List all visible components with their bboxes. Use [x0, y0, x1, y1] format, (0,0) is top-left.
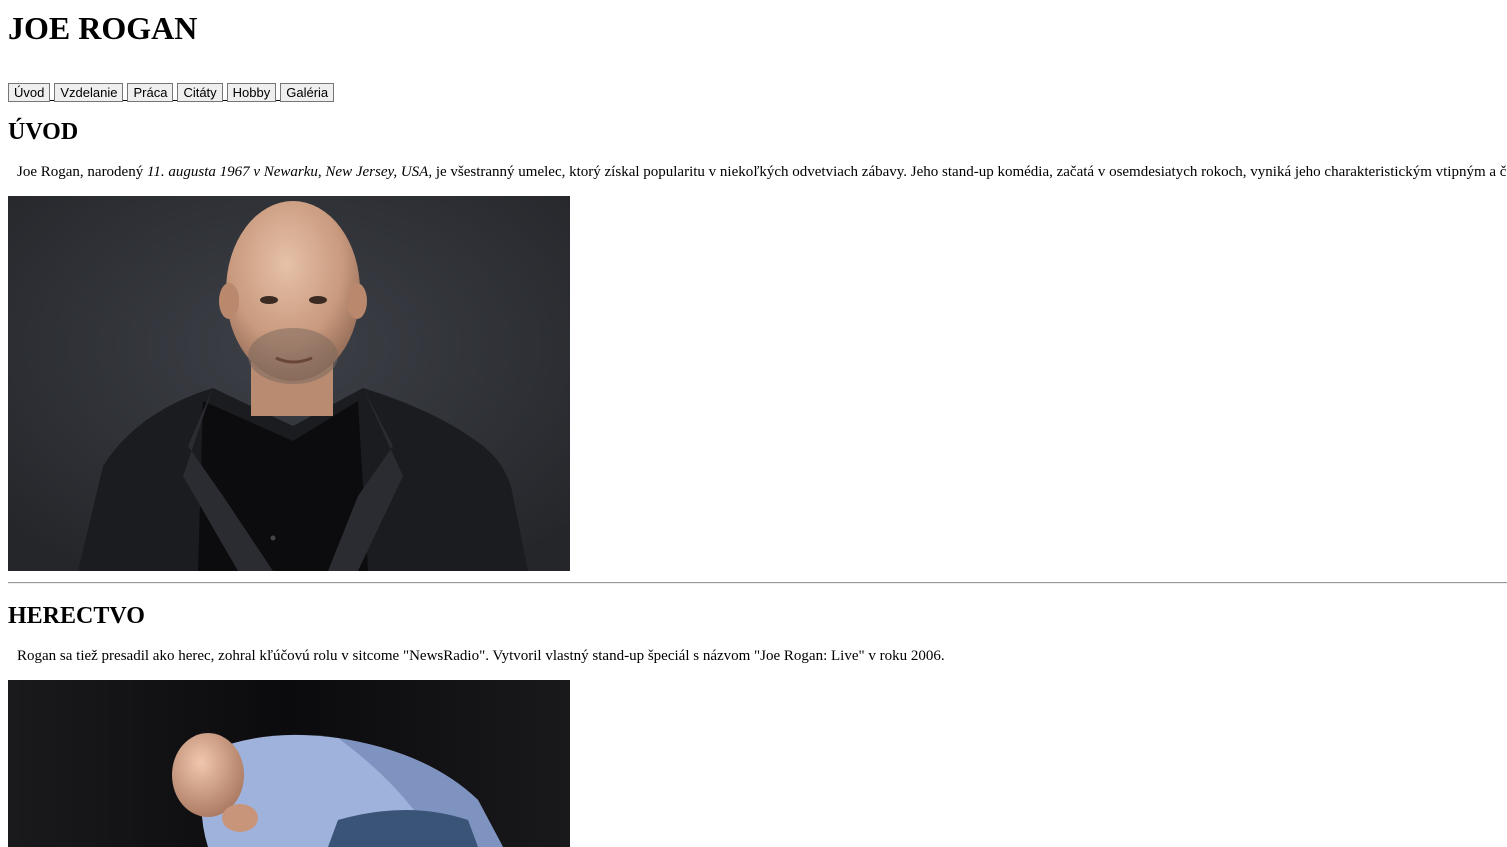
- stage-image: [8, 680, 570, 847]
- intro-text-start: Joe Rogan, narodený: [17, 164, 147, 180]
- nav-button-hobby[interactable]: Hobby: [226, 83, 277, 102]
- acting-heading: HERECTVO: [8, 603, 145, 629]
- nav-bar: Úvod Vzdelanie Práca Citáty Hobby Galéri…: [8, 82, 335, 102]
- hand-shape: [222, 804, 258, 832]
- intro-text-end: je všestranný umelec, ktorý získal popul…: [432, 164, 1507, 180]
- portrait-photo: [8, 196, 570, 571]
- nav-button-galeria[interactable]: Galéria: [280, 83, 335, 102]
- portrait-image: [8, 196, 570, 571]
- intro-heading: ÚVOD: [8, 119, 79, 145]
- eye-right: [309, 296, 327, 304]
- beard-shadow: [248, 328, 338, 384]
- page-title: JOE ROGAN: [8, 10, 198, 46]
- section-divider: [8, 582, 1507, 584]
- ear-left: [219, 283, 239, 319]
- head-shape: [172, 733, 244, 817]
- ear-right: [347, 283, 367, 319]
- nav-button-praca[interactable]: Práca: [127, 83, 174, 102]
- nav-button-citaty[interactable]: Citáty: [177, 83, 223, 102]
- eye-left: [260, 296, 278, 304]
- nav-button-uvod[interactable]: Úvod: [8, 83, 51, 102]
- shirt-button: [270, 535, 276, 541]
- nav-button-vzdelanie[interactable]: Vzdelanie: [54, 83, 124, 102]
- stage-photo: [8, 680, 570, 847]
- acting-paragraph: Rogan sa tiež presadil ako herec, zohral…: [17, 648, 945, 664]
- intro-birth-info: 11. augusta 1967 v Newarku, New Jersey, …: [146, 164, 433, 180]
- intro-paragraph: Joe Rogan, narodený 11. augusta 1967 v N…: [17, 163, 1506, 181]
